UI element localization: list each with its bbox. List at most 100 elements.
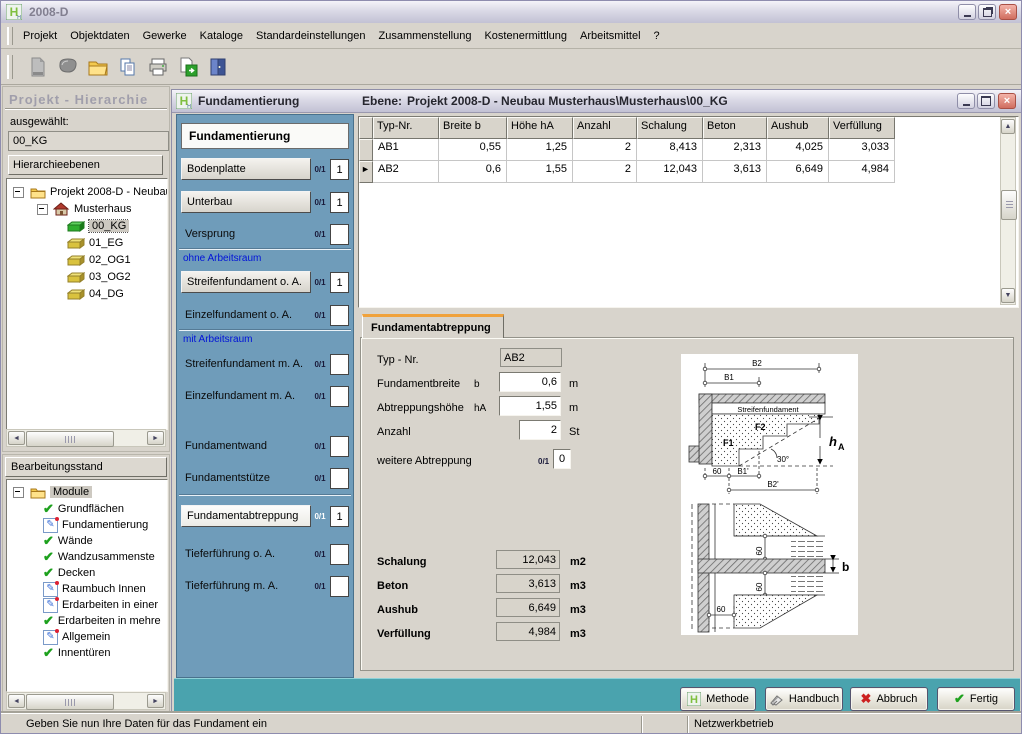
menu-fundamentabtreppung-active[interactable]: Fundamentabtreppung: [181, 505, 311, 527]
value-box[interactable]: [330, 544, 349, 565]
cell-breite[interactable]: 0,6: [439, 161, 507, 183]
module-item[interactable]: ✔Decken: [43, 565, 95, 581]
copy-icon[interactable]: [117, 56, 139, 78]
value-box[interactable]: [330, 386, 349, 407]
module-label[interactable]: Grundflächen: [58, 503, 124, 515]
scroll-up-icon[interactable]: ▲: [1001, 119, 1015, 134]
methode-button[interactable]: H Methode: [680, 687, 756, 711]
app-restore-button[interactable]: [978, 4, 996, 20]
export-icon[interactable]: [177, 56, 199, 78]
cell-hoehe[interactable]: 1,55: [507, 161, 573, 183]
module-item[interactable]: ✔Innentüren: [43, 645, 111, 661]
value-box[interactable]: [330, 224, 349, 245]
column-header[interactable]: Breite b: [439, 117, 507, 139]
menu-streifenfundament-oa[interactable]: Streifenfundament o. A.: [181, 271, 311, 293]
child-close-button[interactable]: ×: [998, 93, 1016, 109]
tree-node-label[interactable]: 01_EG: [89, 237, 123, 249]
menu-einzelfundament-oa[interactable]: Einzelfundament o. A.: [185, 304, 292, 326]
cell-verfuellung[interactable]: 4,984: [829, 161, 895, 183]
fertig-button[interactable]: ✔ Fertig: [937, 687, 1015, 711]
module-item[interactable]: ✎Allgemein: [43, 629, 110, 645]
value-box[interactable]: 1: [330, 506, 349, 527]
menu-unterbau[interactable]: Unterbau: [181, 191, 311, 213]
scroll-down-icon[interactable]: ▼: [1001, 288, 1015, 303]
cell-anzahl[interactable]: 2: [573, 161, 637, 183]
menu-help[interactable]: ?: [652, 27, 662, 45]
menu-arbeitsmittel[interactable]: Arbeitsmittel: [578, 27, 643, 45]
handbuch-button[interactable]: Handbuch: [765, 687, 843, 711]
value-box[interactable]: [330, 436, 349, 457]
module-item[interactable]: ✔Erdarbeiten in mehre: [43, 613, 161, 629]
tree-node-label[interactable]: 02_OG1: [89, 254, 131, 266]
menu-kostenermittlung[interactable]: Kostenermittlung: [482, 27, 569, 45]
cell-aushub[interactable]: 4,025: [767, 139, 829, 161]
menu-tieferfuehrung-oa[interactable]: Tieferführung o. A.: [185, 543, 275, 565]
module-label[interactable]: Innentüren: [58, 647, 111, 659]
module-item[interactable]: ✎Raumbuch Innen: [43, 581, 146, 597]
scrollbar-thumb[interactable]: [26, 694, 114, 710]
menu-zusammenstellung[interactable]: Zusammenstellung: [377, 27, 474, 45]
module-label[interactable]: Raumbuch Innen: [62, 583, 146, 595]
scrollbar-thumb[interactable]: [1001, 190, 1017, 220]
cell-hoehe[interactable]: 1,25: [507, 139, 573, 161]
collapse-icon[interactable]: [13, 487, 24, 498]
app-minimize-button[interactable]: [958, 4, 976, 20]
menu-projekt[interactable]: Projekt: [21, 27, 59, 45]
scroll-left-icon[interactable]: ◄: [8, 431, 25, 445]
cell-anzahl[interactable]: 2: [573, 139, 637, 161]
cell-beton[interactable]: 2,313: [703, 139, 767, 161]
tree-node-label[interactable]: Musterhaus: [74, 203, 131, 215]
open-folder-icon[interactable]: [87, 56, 109, 78]
scroll-right-icon[interactable]: ►: [147, 431, 164, 445]
new-document-icon[interactable]: [27, 56, 49, 78]
tree-node-label[interactable]: Module: [50, 486, 92, 498]
cell-breite[interactable]: 0,55: [439, 139, 507, 161]
collapse-icon[interactable]: [37, 204, 48, 215]
menu-objektdaten[interactable]: Objektdaten: [68, 27, 131, 45]
tree-node-level[interactable]: 03_OG2: [67, 269, 131, 285]
menu-streifenfundament-ma[interactable]: Streifenfundament m. A.: [185, 353, 303, 375]
scroll-left-icon[interactable]: ◄: [8, 694, 25, 708]
menu-standardeinstellungen[interactable]: Standardeinstellungen: [254, 27, 367, 45]
module-item[interactable]: ✎Fundamentierung: [43, 517, 148, 533]
hoehe-input[interactable]: [499, 396, 561, 416]
tree-node-label-selected[interactable]: 00_KG: [89, 220, 129, 232]
abbruch-button[interactable]: ✖ Abbruch: [850, 687, 928, 711]
tree-node-module[interactable]: Module: [13, 484, 92, 500]
cell-typ[interactable]: AB1: [373, 139, 439, 161]
progress-hscrollbar[interactable]: ◄ ►: [6, 692, 166, 710]
menu-bodenplatte[interactable]: Bodenplatte: [181, 158, 311, 180]
menu-fundamentwand[interactable]: Fundamentwand: [185, 435, 267, 457]
value-box[interactable]: 1: [330, 272, 349, 293]
module-label[interactable]: Erdarbeiten in mehre: [58, 615, 161, 627]
row-selector-current[interactable]: ►: [359, 161, 373, 183]
menu-tieferfuehrung-ma[interactable]: Tieferführung m. A.: [185, 575, 278, 597]
open-project-icon[interactable]: [57, 56, 79, 78]
value-box[interactable]: [330, 468, 349, 489]
menu-versprung[interactable]: Versprung: [185, 223, 235, 245]
cell-beton[interactable]: 3,613: [703, 161, 767, 183]
menu-kataloge[interactable]: Kataloge: [198, 27, 245, 45]
tree-node-level[interactable]: 04_DG: [67, 286, 124, 302]
module-item[interactable]: ✎Erdarbeiten in einer: [43, 597, 158, 613]
tree-node-label[interactable]: Projekt 2008-D - Neubau: [50, 186, 168, 198]
menu-fundamentstuetze[interactable]: Fundamentstütze: [185, 467, 270, 489]
tree-node-level[interactable]: 01_EG: [67, 235, 123, 251]
column-header[interactable]: Höhe hA: [507, 117, 573, 139]
child-minimize-button[interactable]: [957, 93, 975, 109]
cell-aushub[interactable]: 6,649: [767, 161, 829, 183]
value-box[interactable]: [330, 305, 349, 326]
module-item[interactable]: ✔Wandzusammenste: [43, 549, 155, 565]
value-box[interactable]: [330, 354, 349, 375]
column-header[interactable]: Aushub: [767, 117, 829, 139]
weitere-input[interactable]: [553, 449, 571, 469]
module-item[interactable]: ✔Grundflächen: [43, 501, 124, 517]
cell-schalung[interactable]: 12,043: [637, 161, 703, 183]
exit-door-icon[interactable]: [207, 56, 229, 78]
table-vscrollbar[interactable]: ▲ ▼: [1000, 117, 1016, 305]
column-header[interactable]: Verfüllung: [829, 117, 895, 139]
app-close-button[interactable]: ×: [999, 4, 1017, 20]
module-label[interactable]: Wände: [58, 535, 93, 547]
tree-node-level[interactable]: 02_OG1: [67, 252, 131, 268]
value-box[interactable]: 1: [330, 159, 349, 180]
